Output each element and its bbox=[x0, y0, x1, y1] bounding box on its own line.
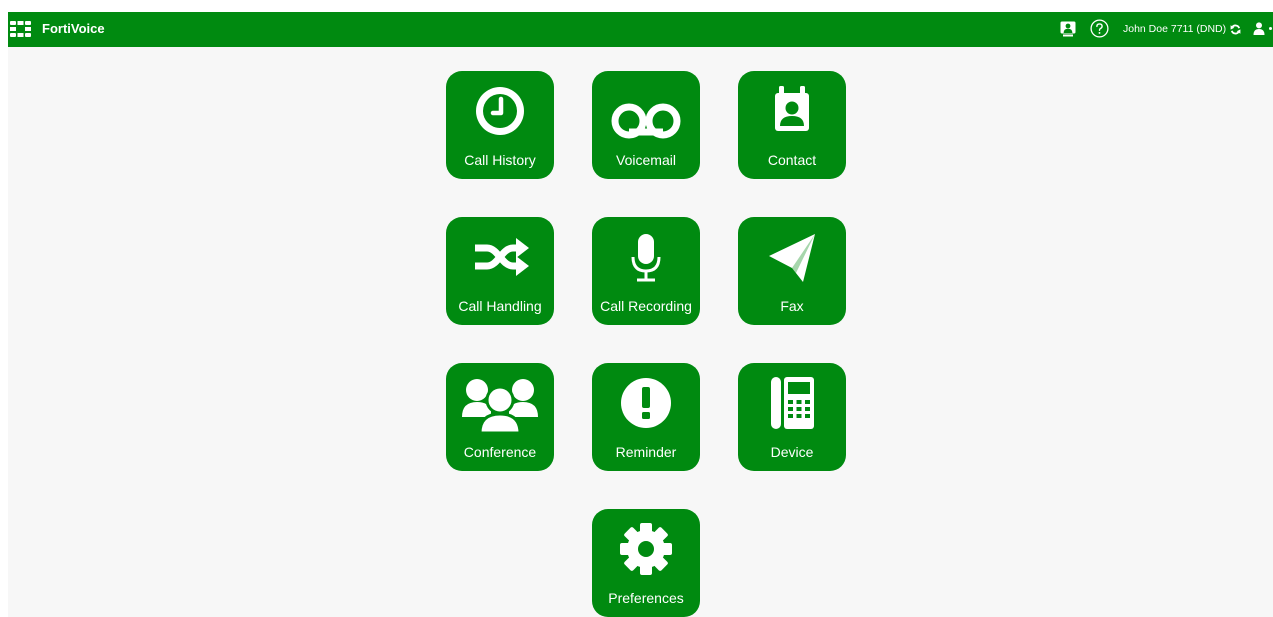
tile-label: Voicemail bbox=[616, 152, 676, 168]
tile-label: Reminder bbox=[615, 444, 677, 460]
preferences-tile[interactable]: Preferences bbox=[592, 509, 700, 617]
contact-tile[interactable]: Contact bbox=[738, 71, 846, 179]
top-bar: FortiVoice John Doe 7711 (DND) bbox=[8, 12, 1273, 47]
app-canvas: FortiVoice John Doe 7711 (DND) Call Hist… bbox=[8, 12, 1273, 617]
voicemail-tile[interactable]: Voicemail bbox=[592, 71, 700, 179]
app-brand: FortiVoice bbox=[42, 21, 105, 36]
tile-label: Contact bbox=[767, 152, 817, 168]
tile-label: Device bbox=[770, 444, 814, 460]
microphone-icon bbox=[631, 234, 661, 282]
fortinet-logo-icon[interactable] bbox=[10, 20, 31, 38]
call-history-tile[interactable]: Call History bbox=[446, 71, 554, 179]
user-icon[interactable] bbox=[1253, 22, 1265, 35]
users-icon bbox=[462, 379, 538, 435]
tile-label: Call Handling bbox=[458, 298, 542, 314]
tile-label: Conference bbox=[463, 444, 537, 460]
menu-dots-icon[interactable] bbox=[1269, 27, 1272, 30]
presence-icon[interactable] bbox=[1060, 21, 1076, 37]
shuffle-icon bbox=[475, 238, 529, 276]
conference-tile[interactable]: Conference bbox=[446, 363, 554, 471]
fax-tile[interactable]: Fax bbox=[738, 217, 846, 325]
clock-icon bbox=[476, 87, 524, 135]
refresh-icon[interactable] bbox=[1230, 24, 1241, 35]
device-tile[interactable]: Device bbox=[738, 363, 846, 471]
voicemail-icon bbox=[611, 103, 681, 139]
help-icon[interactable] bbox=[1090, 19, 1109, 38]
exclamation-icon bbox=[621, 378, 671, 428]
contact-card-icon bbox=[775, 86, 809, 131]
gear-icon bbox=[620, 523, 672, 575]
user-status-label[interactable]: John Doe 7711 (DND) bbox=[1123, 22, 1226, 36]
paper-plane-icon bbox=[769, 234, 815, 282]
tile-label: Call Recording bbox=[600, 298, 692, 314]
desk-phone-icon bbox=[771, 377, 814, 429]
call-recording-tile[interactable]: Call Recording bbox=[592, 217, 700, 325]
tile-label: Fax bbox=[780, 298, 804, 314]
tile-label: Preferences bbox=[608, 590, 684, 606]
call-handling-tile[interactable]: Call Handling bbox=[446, 217, 554, 325]
reminder-tile[interactable]: Reminder bbox=[592, 363, 700, 471]
tile-label: Call History bbox=[464, 152, 536, 168]
